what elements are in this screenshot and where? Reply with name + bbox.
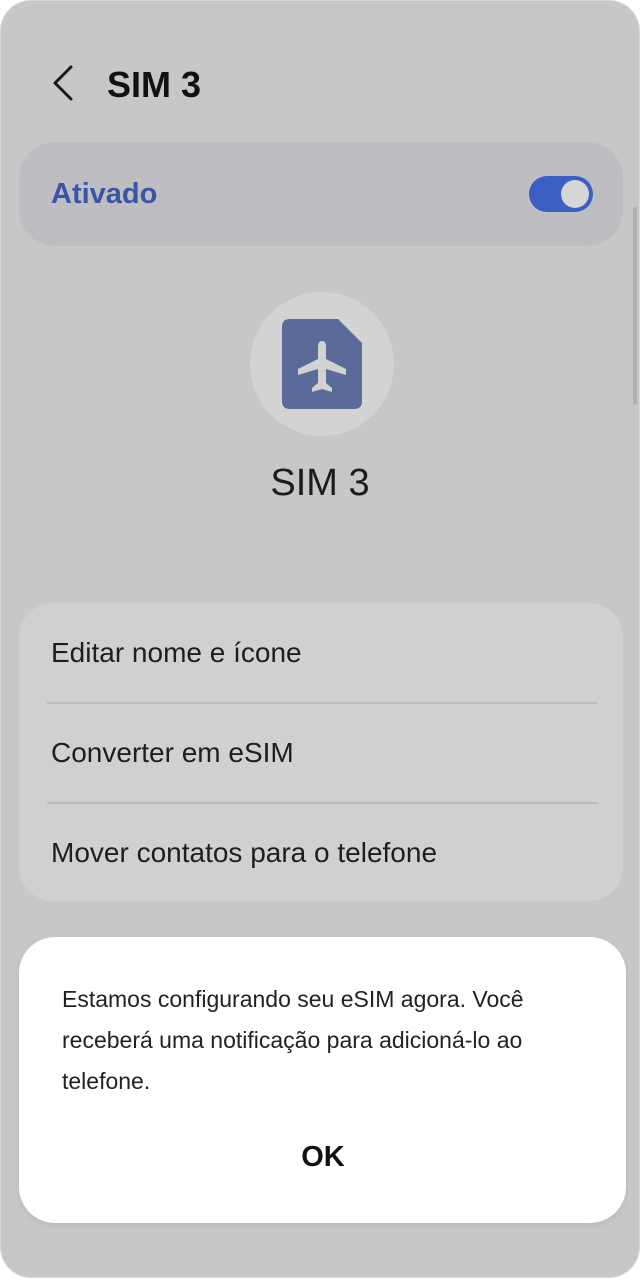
scrollbar[interactable] bbox=[633, 207, 637, 405]
menu-item-move-contacts[interactable]: Mover contatos para o telefone bbox=[19, 803, 623, 902]
toggle-label: Ativado bbox=[51, 178, 158, 210]
menu-item-label: Editar nome e ícone bbox=[51, 637, 302, 668]
sim-options-list: Editar nome e ícone Converter em eSIM Mo… bbox=[19, 603, 623, 901]
phone-screen: SIM 3 Ativado SIM 3 Editar nome e ícone … bbox=[1, 1, 639, 1277]
menu-item-convert-esim[interactable]: Converter em eSIM bbox=[19, 703, 623, 802]
menu-item-label: Mover contatos para o telefone bbox=[51, 837, 438, 868]
dialog-message: Estamos configurando seu eSIM agora. Voc… bbox=[62, 986, 524, 1094]
enabled-switch[interactable] bbox=[529, 176, 593, 212]
chevron-left-icon bbox=[53, 65, 73, 101]
back-button[interactable] bbox=[41, 61, 85, 105]
sim-icon-container bbox=[250, 292, 394, 436]
sim-name: SIM 3 bbox=[270, 462, 370, 504]
menu-item-edit-name-icon[interactable]: Editar nome e ícone bbox=[19, 603, 623, 702]
switch-knob bbox=[561, 180, 589, 208]
menu-item-label: Converter em eSIM bbox=[51, 737, 294, 768]
ok-button[interactable]: OK bbox=[249, 1129, 397, 1185]
page-title: SIM 3 bbox=[107, 64, 202, 105]
sim-enabled-toggle-row[interactable]: Ativado bbox=[19, 142, 623, 246]
esim-setup-dialog: Estamos configurando seu eSIM agora. Voc… bbox=[19, 937, 626, 1223]
top-app-bar: SIM 3 bbox=[1, 41, 639, 131]
sim-card-airplane-icon bbox=[282, 319, 362, 409]
